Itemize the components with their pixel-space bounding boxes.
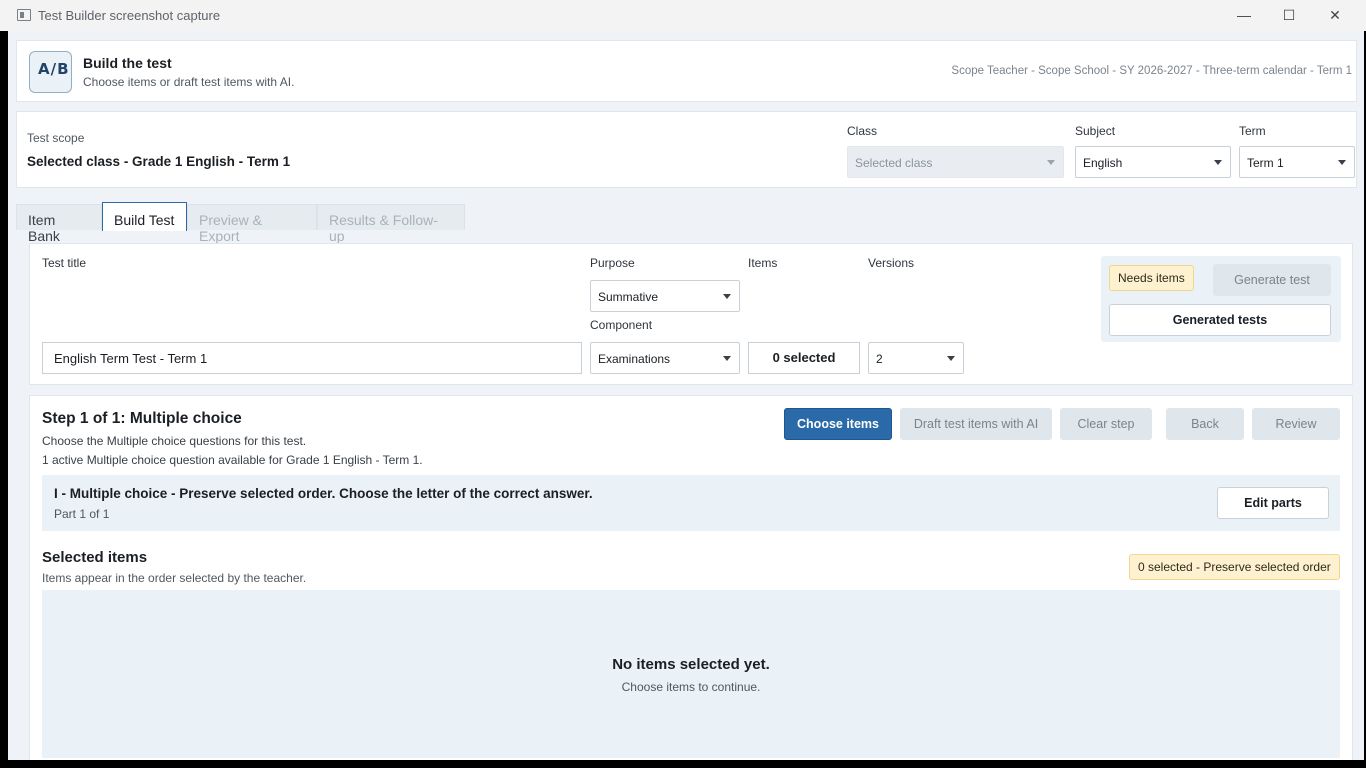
test-title-label: Test title <box>42 256 87 270</box>
title-bar: Test Builder screenshot capture — ☐ ✕ <box>0 0 1366 31</box>
step-title: Step 1 of 1: Multiple choice <box>42 410 242 427</box>
choose-items-button[interactable]: Choose items <box>784 408 892 440</box>
edit-parts-button[interactable]: Edit parts <box>1217 487 1329 519</box>
back-button[interactable]: Back <box>1166 408 1244 440</box>
generate-panel: Needs items Generate test Generated test… <box>1101 256 1341 342</box>
test-scope-panel: Test scope Selected class - Grade 1 Engl… <box>16 111 1357 188</box>
maximize-button[interactable]: ☐ <box>1267 4 1311 26</box>
generated-tests-button[interactable]: Generated tests <box>1109 304 1331 336</box>
selected-items-subtitle: Items appear in the order selected by th… <box>42 571 307 585</box>
class-select[interactable]: Selected class <box>847 146 1064 178</box>
tab-build-test[interactable]: Build Test <box>102 202 187 231</box>
app-content: A/B Build the test Choose items or draft… <box>8 31 1364 760</box>
generate-test-button[interactable]: Generate test <box>1213 264 1331 296</box>
class-label: Class <box>847 124 878 138</box>
ab-logo-icon: A/B <box>29 51 72 93</box>
chevron-down-icon <box>1214 160 1222 165</box>
purpose-label: Purpose <box>590 256 635 270</box>
chevron-down-icon <box>723 356 731 361</box>
test-title-input[interactable]: English Term Test - Term 1 <box>42 342 582 374</box>
selected-count-badge: 0 selected - Preserve selected order <box>1129 554 1340 580</box>
empty-state-subtitle: Choose items to continue. <box>621 680 761 694</box>
selected-items-empty-state: No items selected yet. Choose items to c… <box>42 590 1340 758</box>
step-panel: Step 1 of 1: Multiple choice Choose the … <box>29 395 1353 760</box>
draft-ai-button[interactable]: Draft test items with AI <box>900 408 1052 440</box>
subject-select[interactable]: English <box>1075 146 1231 178</box>
part-header: I - Multiple choice - Preserve selected … <box>42 475 1340 531</box>
minimize-button[interactable]: — <box>1222 4 1266 26</box>
clear-step-button[interactable]: Clear step <box>1060 408 1152 440</box>
app-window: Test Builder screenshot capture — ☐ ✕ A/… <box>0 0 1366 768</box>
chevron-down-icon <box>947 356 955 361</box>
term-label: Term <box>1239 124 1266 138</box>
chevron-down-icon <box>723 294 731 299</box>
app-window-icon <box>17 9 31 21</box>
test-settings-panel: Test title English Term Test - Term 1 Pu… <box>29 243 1353 385</box>
component-select[interactable]: Examinations <box>590 342 740 374</box>
part-subtitle: Part 1 of 1 <box>54 507 110 521</box>
needs-items-badge: Needs items <box>1109 265 1194 291</box>
versions-select[interactable]: 2 <box>868 342 964 374</box>
chevron-down-icon <box>1338 160 1346 165</box>
scope-context: Scope Teacher - Scope School - SY 2026-2… <box>951 65 1352 77</box>
page-title: Build the test <box>83 55 172 71</box>
page-header: A/B Build the test Choose items or draft… <box>16 40 1357 102</box>
step-description: Choose the Multiple choice questions for… <box>42 434 307 448</box>
review-button[interactable]: Review <box>1252 408 1340 440</box>
page-subtitle: Choose items or draft test items with AI… <box>83 75 295 89</box>
term-select[interactable]: Term 1 <box>1239 146 1355 178</box>
empty-state-title: No items selected yet. <box>612 656 770 673</box>
subject-label: Subject <box>1075 124 1116 138</box>
window-title: Test Builder screenshot capture <box>38 8 221 23</box>
step-availability: 1 active Multiple choice question availa… <box>42 453 423 467</box>
tab-item-bank[interactable]: Item Bank <box>16 204 102 244</box>
items-label: Items <box>748 256 778 270</box>
part-title: I - Multiple choice - Preserve selected … <box>54 486 593 501</box>
tab-results-follow-up[interactable]: Results & Follow-up <box>317 204 465 244</box>
test-scope-value: Selected class - Grade 1 English - Term … <box>27 154 291 169</box>
chevron-down-icon <box>1047 160 1055 165</box>
selected-items-title: Selected items <box>42 549 148 566</box>
component-label: Component <box>590 318 653 332</box>
items-count: 0 selected <box>748 342 860 374</box>
tab-preview-export[interactable]: Preview & Export <box>187 204 317 244</box>
versions-label: Versions <box>868 256 915 270</box>
test-scope-label: Test scope <box>27 131 85 145</box>
close-button[interactable]: ✕ <box>1313 4 1357 26</box>
purpose-select[interactable]: Summative <box>590 280 740 312</box>
